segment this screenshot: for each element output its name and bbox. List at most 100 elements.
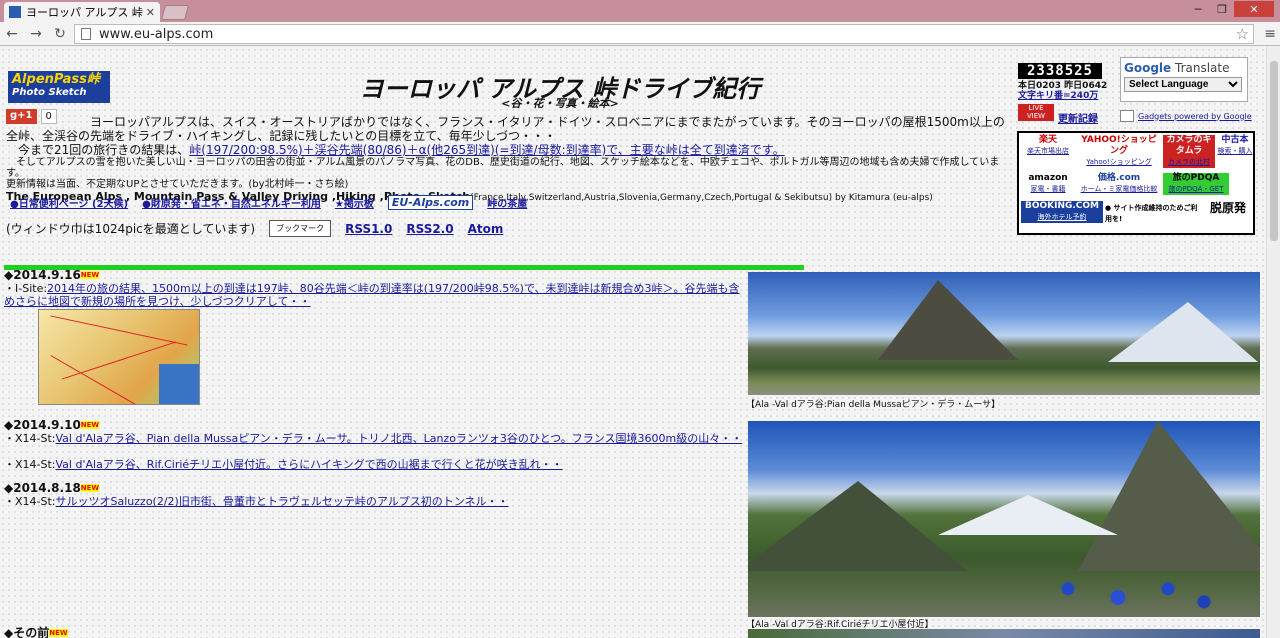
intro-prefix: 今まで21回の旅行きの結果は、	[6, 143, 190, 157]
new-badge: NEW	[80, 421, 100, 429]
ad-booking[interactable]: BOOKING.COM 海外ホテル予約	[1021, 201, 1103, 223]
ad-datsugenpatsu[interactable]: 脱原発	[1205, 202, 1251, 214]
window-width-note: (ウィンドウ巾は1024picを最適としています)	[6, 222, 256, 236]
address-bar[interactable]: www.eu-alps.com ☆	[74, 24, 1254, 44]
link-teahouse[interactable]: 峠の茶屋	[487, 195, 527, 210]
ad-yahoo[interactable]: YAHOO!ショッピング Yahoo!ショッピング	[1077, 135, 1161, 168]
quick-links: ●日常便利ページ (2天候) ●財原発・省エネ・自然エネルギー利用 ★掲示板 E…	[10, 195, 527, 210]
browser-tab[interactable]: ヨーロッパ アルプス 峠ドライブ ✕	[4, 2, 160, 22]
window-titlebar: ヨーロッパ アルプス 峠ドライブ ✕ ─ ❐ ✕	[0, 0, 1280, 22]
bookmark-button[interactable]: ブックマーク	[269, 220, 332, 237]
scrollbar-thumb[interactable]	[1270, 61, 1278, 241]
affiliate-box: 楽天楽天市場出店 YAHOO!ショッピング Yahoo!ショッピング カメラのキタ…	[1017, 131, 1255, 235]
rss1-link[interactable]: RSS1.0	[345, 222, 392, 236]
visitor-stats: 本日0203 昨日0642 文字キリ番=240万	[1018, 81, 1107, 101]
ad-support-note: ● サイト作成維持のためご利用を!	[1105, 204, 1198, 223]
news-entry: ◆2014.9.10NEW ・X14-St:Val d'Alaアラ谷、Pian …	[4, 419, 744, 446]
stats-kiriban[interactable]: 文字キリ番=240万	[1018, 91, 1107, 101]
site-favicon-icon	[9, 6, 21, 18]
entry-body: ・X14-St:サルッツオSaluzzo(2/2)旧市街、骨董市とトラヴェルセッ…	[4, 495, 744, 508]
logo-text: AlpenPass峠	[12, 72, 100, 87]
new-badge: NEW	[80, 271, 100, 279]
entry-date: ◆その前	[4, 626, 50, 638]
photo-snow-peak	[938, 495, 1118, 535]
ad-used-books[interactable]: 中古本 検索・購入	[1217, 135, 1253, 157]
ad-kakaku-label: ホーム・ミ家電価格比較	[1080, 185, 1158, 193]
ad-rakuten[interactable]: 楽天 楽天市場出店	[1021, 135, 1075, 157]
news-entry: ◆2014.9.16NEW ・I-Site:2014年の旅の結果、1500m以上…	[4, 269, 744, 309]
visitor-counter: 2338525	[1018, 63, 1102, 79]
photo-mountain	[748, 481, 968, 571]
window-controls: ─ ❐ ✕	[1186, 1, 1274, 17]
map-sea	[159, 364, 199, 404]
new-badge: NEW	[49, 629, 68, 637]
ad-rakuten-label: 楽天市場出店	[1027, 147, 1069, 155]
ad-booking-logo: BOOKING.COM	[1024, 201, 1100, 211]
gadgets-link[interactable]: Gadgets powered by Google	[1138, 112, 1252, 121]
entry-prefix: ・X14-St:	[4, 432, 56, 445]
entry-link[interactable]: Val d'Alaアラ谷、Pian della Mussaピアン・デラ・ムーサ。…	[56, 432, 743, 445]
gadget-icon[interactable]	[1120, 110, 1134, 122]
entry-date: ◆2014.8.18	[4, 481, 81, 495]
ad-kitamura[interactable]: カメラのキタムラ カメラの北村	[1163, 135, 1215, 168]
maximize-icon[interactable]: ❐	[1210, 1, 1234, 17]
news-entry: ・X14-St:Val d'Alaアラ谷、Rif.Ciriéチリエ小屋付近。さら…	[4, 458, 744, 471]
back-arrow-icon[interactable]: ←	[0, 26, 24, 42]
bookmark-star-icon[interactable]: ☆	[1236, 25, 1249, 43]
live-camera-badge[interactable]: LIVE VIEW	[1018, 104, 1054, 121]
reload-icon[interactable]: ↻	[48, 26, 72, 42]
forward-arrow-icon[interactable]: →	[24, 26, 48, 42]
page-scrollbar[interactable]	[1266, 47, 1280, 638]
link-daily[interactable]: ●日常便利ページ (2天候)	[10, 195, 128, 210]
ad-amazon-logo: amazon	[1028, 173, 1068, 183]
news-entry: ◆その前NEW	[4, 627, 744, 638]
map-road	[50, 315, 188, 346]
menu-icon[interactable]: ≡	[1264, 26, 1276, 42]
ad-amazon[interactable]: amazon 家電・書籍	[1021, 173, 1075, 195]
entry-link[interactable]: Val d'Alaアラ谷、Rif.Ciriéチリエ小屋付近。さらにハイキングで西…	[56, 458, 563, 471]
map-road	[50, 355, 138, 404]
photo-pian-della-mussa[interactable]	[748, 272, 1260, 395]
photo-snow-peak	[1108, 302, 1258, 362]
atom-link[interactable]: Atom	[468, 222, 504, 236]
entry-body: ・X14-St:Val d'Alaアラ谷、Rif.Ciriéチリエ小屋付近。さら…	[4, 458, 744, 471]
language-select[interactable]: Select Language	[1124, 77, 1242, 92]
ad-used-books-sub: 検索・購入	[1217, 147, 1253, 155]
ad-tabi[interactable]: 旅のPDQA 旅のPDQA・GET	[1163, 173, 1229, 195]
translate-title: Translate	[1175, 61, 1230, 75]
news-entry: ◆2014.8.18NEW ・X14-St:サルッツオSaluzzo(2/2)旧…	[4, 481, 744, 509]
ad-used-books-label: 中古本	[1221, 135, 1249, 145]
ad-kakaku[interactable]: 価格.com ホーム・ミ家電価格比較	[1077, 173, 1161, 195]
entry-link[interactable]: サルッツオSaluzzo(2/2)旧市街、骨董市とトラヴェルセッテ峠のアルプス初…	[56, 495, 509, 508]
ad-booking-label: 海外ホテル予約	[1037, 213, 1087, 221]
entry-link[interactable]: 2014年の旅の結果、1500m以上の到達は197峠、80谷先端＜峠の到達率は(…	[4, 282, 740, 308]
google-translate-widget: Google Translate Select Language	[1120, 57, 1248, 102]
close-window-icon[interactable]: ✕	[1234, 1, 1274, 17]
entry-body: ・X14-St:Val d'Alaアラ谷、Pian della Mussaピアン…	[4, 432, 744, 445]
entry-body: ・I-Site:2014年の旅の結果、1500m以上の到達は197峠、80谷先端…	[4, 282, 744, 308]
link-bbs[interactable]: ★掲示板	[335, 195, 374, 210]
photo-strip[interactable]	[748, 629, 1260, 638]
entry-date-row: ◆2014.9.16NEW	[4, 269, 744, 282]
alps-map-image[interactable]	[38, 309, 200, 405]
feed-row: (ウィンドウ巾は1024picを最適としています) ブックマーク RSS1.0 …	[6, 220, 503, 237]
entry-date: ◆2014.9.16	[4, 268, 81, 282]
tab-close-icon[interactable]: ✕	[146, 6, 155, 19]
eu-alps-badge[interactable]: EU-Alps.com	[387, 195, 474, 210]
site-logo[interactable]: AlpenPass峠 Photo Sketch	[8, 71, 110, 103]
minimize-icon[interactable]: ─	[1186, 1, 1210, 17]
entry-date-row: ◆2014.9.10NEW	[4, 419, 744, 432]
link-energy[interactable]: ●財原発・省エネ・自然エネルギー利用	[142, 195, 321, 210]
update-log-link[interactable]: 更新記録	[1058, 110, 1098, 125]
rss2-link[interactable]: RSS2.0	[406, 222, 453, 236]
entry-date-row: ◆その前NEW	[4, 627, 744, 638]
result-link[interactable]: 峠(197/200:98.5%)＋渓谷先端(80/86)＋α(他265到達)(=…	[189, 143, 784, 157]
page-icon	[81, 28, 91, 40]
ad-yahoo-logo: YAHOO!ショッピング	[1081, 135, 1157, 156]
new-tab-button[interactable]	[160, 5, 190, 20]
tab-title: ヨーロッパ アルプス 峠ドライブ	[26, 6, 144, 19]
ad-rakuten-logo: 楽天	[1038, 135, 1057, 145]
photo-caption: 【Ala -Val dアラ谷:Pian della Mussaピアン・デラ・ムー…	[746, 400, 1001, 410]
entry-date: ◆2014.9.10	[4, 418, 81, 432]
photo-rif-cirie[interactable]	[748, 421, 1260, 617]
